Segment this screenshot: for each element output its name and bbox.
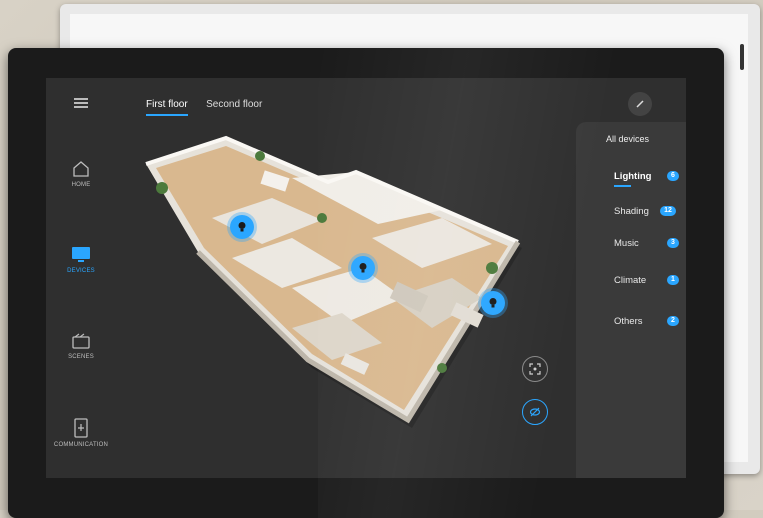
sidebar-item-label: SCENES [68, 354, 94, 360]
expand-icon [529, 363, 541, 375]
category-count-badge: 3 [667, 238, 679, 248]
category-shading[interactable]: Shading 12 [614, 206, 676, 217]
app-screen: HOME DEVICES SCENES COMMUNICATION First … [46, 78, 686, 478]
sidebar-item-devices[interactable]: DEVICES [46, 246, 116, 274]
sidebar-item-label: DEVICES [67, 268, 95, 274]
bulb-icon [489, 298, 497, 308]
lighting-pin[interactable] [351, 256, 375, 280]
category-climate[interactable]: Climate 1 [614, 275, 679, 286]
sidebar-item-label: COMMUNICATION [53, 442, 109, 448]
sidebar-item-home[interactable]: HOME [46, 160, 116, 188]
lighting-pin[interactable] [230, 215, 254, 239]
eye-off-icon [529, 407, 541, 417]
category-others[interactable]: Others 2 [614, 316, 679, 327]
category-label: Shading [614, 206, 649, 217]
fit-view-button[interactable] [522, 356, 548, 382]
home-icon [73, 161, 89, 177]
category-label: Lighting [614, 171, 652, 182]
door-phone-icon [74, 418, 88, 438]
tablet-device: HOME DEVICES SCENES COMMUNICATION First … [8, 48, 738, 518]
category-label: Others [614, 316, 643, 327]
bulb-icon [238, 222, 246, 232]
category-music[interactable]: Music 3 [614, 238, 679, 249]
category-count-badge: 1 [667, 275, 679, 285]
tab-second-floor[interactable]: Second floor [206, 99, 262, 114]
monitor-icon [72, 247, 90, 262]
category-count-badge: 2 [667, 316, 679, 326]
scenes-icon [72, 333, 90, 349]
sidebar: HOME DEVICES SCENES COMMUNICATION [46, 78, 116, 478]
floor-plan-3d[interactable] [142, 128, 522, 428]
category-label: Climate [614, 275, 647, 286]
hamburger-menu-icon[interactable] [74, 98, 88, 108]
device-category-panel: All devices Lighting 6 Shading 12 Music … [576, 122, 686, 478]
floor-plan-illustration [145, 135, 522, 428]
pencil-icon [636, 100, 644, 108]
category-count-badge: 12 [660, 206, 676, 216]
tab-first-floor[interactable]: First floor [146, 99, 188, 116]
category-label: Music [614, 238, 639, 249]
all-devices-link[interactable]: All devices [606, 134, 649, 144]
bulb-icon [359, 263, 367, 273]
hide-pins-button[interactable] [522, 399, 548, 425]
edit-button[interactable] [628, 92, 652, 116]
active-underline [614, 185, 632, 187]
category-lighting[interactable]: Lighting 6 [614, 171, 679, 187]
category-count-badge: 6 [667, 171, 679, 181]
sidebar-item-scenes[interactable]: SCENES [46, 332, 116, 360]
floor-tabs: First floor Second floor [146, 94, 276, 116]
sidebar-item-label: HOME [71, 182, 91, 188]
background-scrollbar [740, 44, 744, 70]
sidebar-item-communication[interactable]: COMMUNICATION [46, 418, 116, 448]
lighting-pin[interactable] [481, 291, 505, 315]
